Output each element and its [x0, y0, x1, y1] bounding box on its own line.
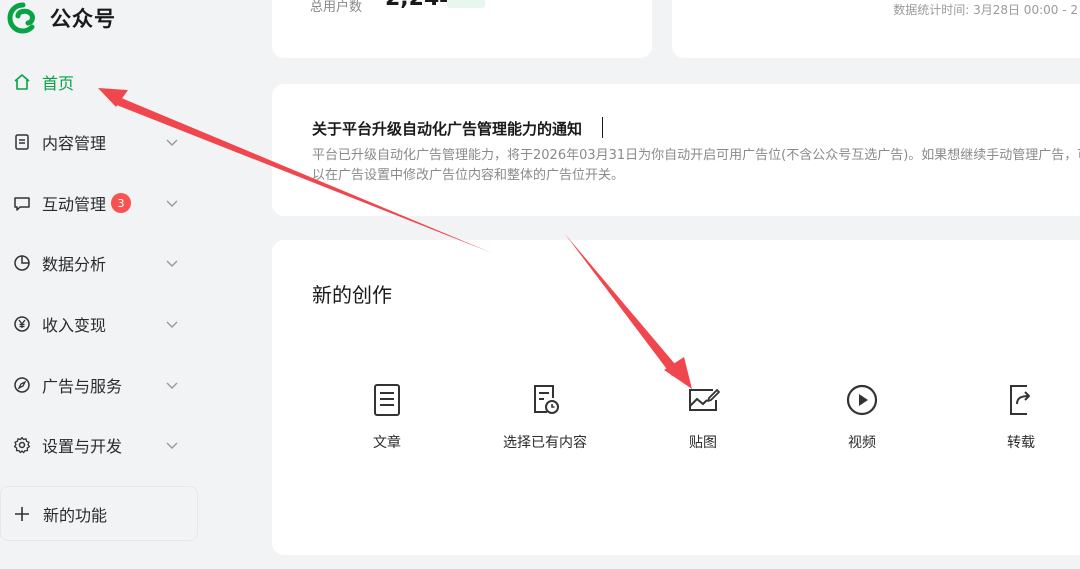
existing-content-icon — [534, 385, 559, 414]
stat-value: 2,244 — [385, 0, 455, 11]
yen-icon — [13, 315, 31, 333]
image-post-icon — [689, 389, 720, 411]
chevron-down-icon — [166, 139, 178, 146]
repost-button[interactable]: 转载 — [946, 382, 1080, 462]
app-root: 公众号 首页 内容管理 互动管理 3 数据分析 收入变现 广告与服务 设置与开发… — [0, 0, 1080, 569]
repost-icon — [1010, 385, 1030, 415]
chevron-down-icon — [166, 382, 178, 389]
sidebar-item-interaction[interactable]: 互动管理 3 — [0, 183, 200, 223]
video-button[interactable]: 视频 — [787, 382, 937, 462]
tool-label: 贴图 — [689, 435, 717, 451]
brand-name: 公众号 — [50, 7, 116, 31]
sidebar-item-label: 互动管理 — [42, 195, 107, 214]
notice-title[interactable]: 关于平台升级自动化广告管理能力的通知 — [312, 118, 582, 139]
tool-label: 文章 — [373, 435, 401, 451]
sidebar-item-ads-services[interactable]: 广告与服务 — [0, 365, 200, 405]
document-icon — [13, 133, 31, 151]
stats-time-note: 数据统计时间: 3月28日 00:00 - 2 — [893, 3, 1078, 17]
gear-icon — [13, 436, 31, 454]
sidebar-item-label: 广告与服务 — [42, 377, 123, 396]
notice-card[interactable]: 关于平台升级自动化广告管理能力的通知 平台已升级自动化广告管理能力，将于2026… — [272, 84, 1080, 216]
new-feature-label: 新的功能 — [43, 505, 108, 525]
chat-icon — [13, 194, 31, 212]
stat-label: 总用户数 — [310, 0, 363, 15]
chevron-down-icon — [166, 442, 178, 449]
notification-badge: 3 — [111, 193, 131, 213]
sidebar-item-monetization[interactable]: 收入变现 — [0, 304, 200, 344]
sidebar-item-settings-dev[interactable]: 设置与开发 — [0, 425, 200, 465]
sidebar-item-label: 数据分析 — [42, 255, 107, 274]
new-feature-button[interactable]: 新的功能 — [0, 486, 198, 541]
sidebar-item-label: 收入变现 — [42, 316, 107, 335]
create-card: 新的创作 文章 选择已有内容 贴图 视频 转载 — [272, 240, 1080, 555]
chevron-down-icon — [166, 260, 178, 267]
create-article-button[interactable]: 文章 — [312, 382, 462, 462]
stats-time-card: 数据统计时间: 3月28日 00:00 - 2 — [672, 0, 1080, 58]
plus-icon — [13, 505, 31, 523]
pie-chart-icon — [13, 254, 31, 272]
home-icon — [13, 73, 31, 91]
wechat-official-logo-icon — [7, 2, 35, 34]
video-play-icon — [846, 384, 878, 416]
section-title: 新的创作 — [312, 283, 392, 307]
compass-icon — [13, 376, 31, 394]
sidebar-item-label: 内容管理 — [42, 134, 107, 153]
sidebar: 公众号 首页 内容管理 互动管理 3 数据分析 收入变现 广告与服务 设置与开发… — [0, 0, 248, 569]
sidebar-item-home[interactable]: 首页 — [0, 62, 200, 102]
sidebar-item-label: 设置与开发 — [42, 437, 123, 456]
tool-label: 视频 — [848, 435, 876, 451]
sidebar-item-content[interactable]: 内容管理 — [0, 122, 200, 162]
stat-change-tag — [447, 0, 485, 8]
chevron-down-icon — [166, 200, 178, 207]
brand[interactable]: 公众号 — [6, 2, 116, 34]
text-cursor — [602, 117, 603, 138]
tool-label: 转载 — [1007, 435, 1035, 451]
choose-existing-content-button[interactable]: 选择已有内容 — [470, 382, 620, 462]
article-icon — [374, 384, 400, 416]
chevron-down-icon — [166, 321, 178, 328]
notice-body: 平台已升级自动化广告管理能力，将于2026年03月31日为你自动开启可用广告位(… — [312, 148, 1080, 183]
image-post-button[interactable]: 贴图 — [628, 382, 778, 462]
sidebar-item-label: 首页 — [42, 74, 75, 93]
sidebar-item-data-analysis[interactable]: 数据分析 — [0, 243, 200, 283]
tool-label: 选择已有内容 — [503, 435, 587, 451]
user-stats-card: 总用户数 2,244 — [272, 0, 652, 58]
